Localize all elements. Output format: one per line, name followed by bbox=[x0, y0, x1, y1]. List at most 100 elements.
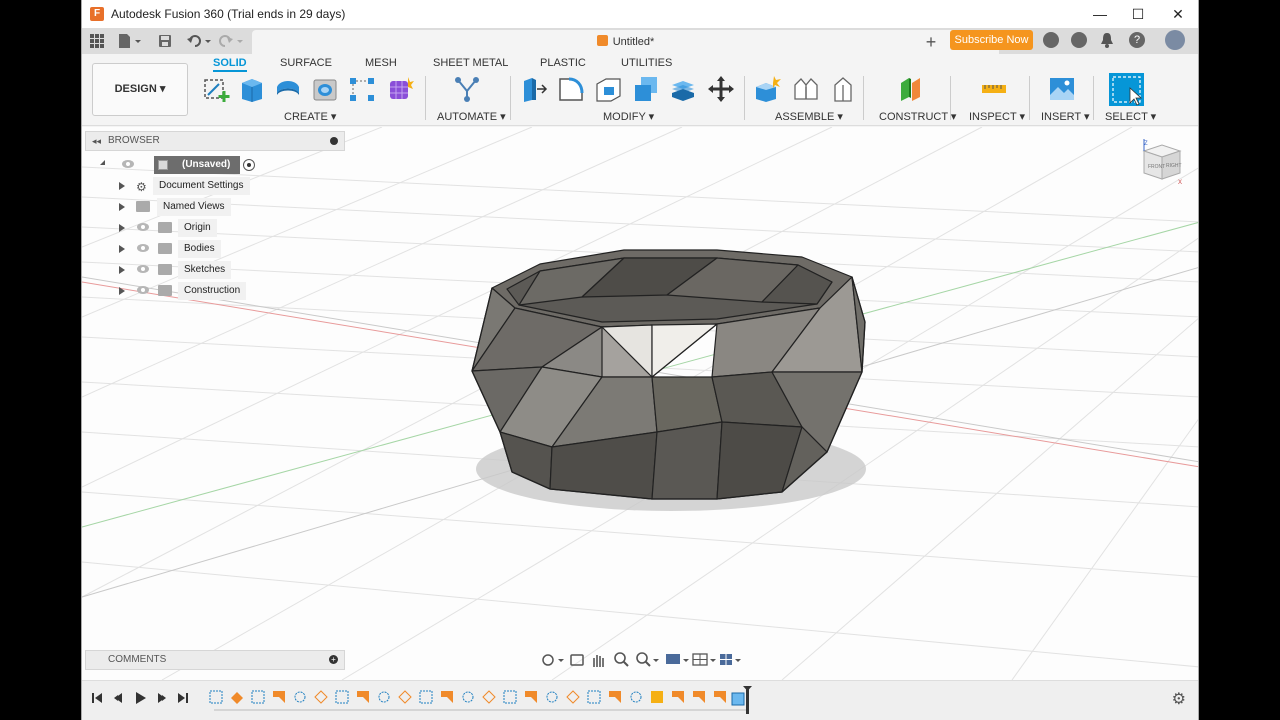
navigation-bar bbox=[542, 652, 741, 667]
browser-item-origin[interactable]: Origin bbox=[119, 219, 319, 237]
document-tab[interactable]: Untitled* ✕ bbox=[252, 30, 999, 54]
extensions-icon[interactable] bbox=[1043, 32, 1059, 48]
user-avatar[interactable] bbox=[1165, 30, 1185, 50]
tab-sheet-metal[interactable]: SHEET METAL bbox=[433, 57, 508, 69]
component-icon bbox=[158, 160, 168, 170]
pattern-icon[interactable] bbox=[348, 75, 376, 103]
add-comment-icon[interactable]: + bbox=[329, 655, 338, 664]
group-automate-label[interactable]: AUTOMATE ▾ bbox=[437, 110, 506, 123]
offset-plane-icon[interactable] bbox=[897, 75, 925, 103]
workspace-switcher-button[interactable]: DESIGN ▾ bbox=[92, 63, 188, 116]
subscribe-now-button[interactable]: Subscribe Now bbox=[950, 30, 1033, 50]
browser-item-document-settings[interactable]: ⚙ Document Settings bbox=[119, 177, 319, 195]
group-assemble-label[interactable]: ASSEMBLE ▾ bbox=[775, 110, 843, 123]
job-status-icon[interactable] bbox=[1071, 32, 1087, 48]
step-forward-icon[interactable] bbox=[158, 693, 166, 703]
visibility-eye-icon[interactable] bbox=[137, 286, 149, 294]
notifications-bell-icon[interactable] bbox=[1100, 32, 1114, 48]
expand-arrow-icon[interactable] bbox=[119, 224, 125, 232]
shell-icon[interactable] bbox=[594, 75, 622, 103]
comments-panel[interactable]: COMMENTS + bbox=[85, 650, 345, 670]
folder-icon bbox=[158, 285, 172, 296]
collapse-browser-icon[interactable]: ◂◂ bbox=[92, 132, 101, 150]
new-component-icon[interactable] bbox=[754, 75, 782, 103]
combine-icon[interactable] bbox=[632, 75, 660, 103]
redo-icon[interactable] bbox=[218, 32, 244, 50]
fit-zoom-icon[interactable] bbox=[636, 652, 659, 667]
press-pull-icon[interactable] bbox=[520, 75, 548, 103]
visibility-eye-icon[interactable] bbox=[137, 223, 149, 231]
browser-root-row[interactable]: (Unsaved) bbox=[100, 156, 255, 174]
orbit-icon[interactable] bbox=[542, 654, 564, 666]
group-select-label[interactable]: SELECT ▾ bbox=[1105, 110, 1156, 123]
tab-mesh[interactable]: MESH bbox=[365, 57, 397, 69]
joint-icon[interactable] bbox=[792, 75, 820, 103]
group-insert-label[interactable]: INSERT ▾ bbox=[1041, 110, 1090, 123]
minimize-button[interactable]: — bbox=[1080, 0, 1120, 28]
expand-root-icon[interactable] bbox=[100, 160, 105, 165]
play-icon[interactable] bbox=[136, 692, 146, 704]
maximize-button[interactable]: ☐ bbox=[1118, 0, 1158, 28]
browser-item-named-views[interactable]: Named Views bbox=[119, 198, 319, 216]
tab-plastic[interactable]: PLASTIC bbox=[540, 57, 586, 69]
browser-item-bodies[interactable]: Bodies bbox=[119, 240, 319, 258]
fillet-icon[interactable] bbox=[557, 75, 585, 103]
group-inspect-label[interactable]: INSPECT ▾ bbox=[969, 110, 1025, 123]
group-separator bbox=[744, 76, 745, 120]
expand-arrow-icon[interactable] bbox=[119, 245, 125, 253]
viewports-icon[interactable] bbox=[720, 654, 741, 665]
select-window-icon[interactable] bbox=[1109, 73, 1144, 106]
timeline-settings-gear-icon[interactable]: ⚙ bbox=[1172, 689, 1186, 709]
file-menu-icon[interactable] bbox=[118, 32, 142, 50]
undo-icon[interactable] bbox=[186, 32, 212, 50]
move-copy-icon[interactable] bbox=[707, 75, 735, 103]
zoom-icon[interactable] bbox=[614, 652, 629, 667]
automate-icon[interactable] bbox=[453, 75, 481, 103]
view-cube[interactable]: Z FRONT RIGHT X bbox=[1140, 137, 1184, 187]
group-separator bbox=[863, 76, 864, 120]
data-panel-grid-icon[interactable] bbox=[90, 32, 104, 50]
revolve-icon[interactable] bbox=[274, 75, 302, 103]
group-create-label[interactable]: CREATE ▾ bbox=[284, 110, 336, 123]
view-cube-front-label[interactable]: FRONT bbox=[1148, 164, 1165, 170]
expand-arrow-icon[interactable] bbox=[119, 266, 125, 274]
tab-solid[interactable]: SOLID bbox=[213, 57, 247, 72]
new-tab-button[interactable]: + bbox=[920, 31, 942, 53]
visibility-eye-icon[interactable] bbox=[122, 160, 134, 168]
group-modify-label[interactable]: MODIFY ▾ bbox=[603, 110, 654, 123]
timeline-feature-items[interactable] bbox=[209, 690, 745, 706]
expand-arrow-icon[interactable] bbox=[119, 182, 125, 190]
help-icon[interactable]: ? bbox=[1129, 32, 1145, 48]
go-to-end-icon[interactable] bbox=[178, 693, 188, 703]
visibility-eye-icon[interactable] bbox=[137, 244, 149, 252]
expand-arrow-icon[interactable] bbox=[119, 287, 125, 295]
browser-item-construction[interactable]: Construction bbox=[119, 282, 319, 300]
save-icon[interactable] bbox=[158, 32, 172, 50]
look-at-icon[interactable] bbox=[570, 654, 584, 666]
browser-minimize-icon[interactable] bbox=[330, 137, 338, 145]
group-separator bbox=[1093, 76, 1094, 120]
tab-surface[interactable]: SURFACE bbox=[280, 57, 332, 69]
display-settings-icon[interactable] bbox=[666, 654, 689, 664]
create-sketch-icon[interactable] bbox=[202, 75, 230, 103]
insert-image-icon[interactable] bbox=[1048, 75, 1076, 103]
document-cube-icon bbox=[596, 35, 608, 46]
pan-hand-icon[interactable] bbox=[593, 655, 604, 667]
browser-item-sketches[interactable]: Sketches bbox=[119, 261, 319, 279]
create-form-icon[interactable] bbox=[386, 75, 414, 103]
expand-arrow-icon[interactable] bbox=[119, 203, 125, 211]
group-construct-label[interactable]: CONSTRUCT ▾ bbox=[879, 110, 956, 123]
grid-settings-icon[interactable] bbox=[692, 653, 716, 666]
go-to-start-icon[interactable] bbox=[92, 693, 102, 703]
offset-face-icon[interactable] bbox=[669, 75, 697, 103]
extrude-icon[interactable] bbox=[238, 75, 266, 103]
tab-utilities[interactable]: UTILITIES bbox=[621, 57, 672, 69]
close-button[interactable]: ✕ bbox=[1158, 0, 1198, 28]
visibility-eye-icon[interactable] bbox=[137, 265, 149, 273]
step-back-icon[interactable] bbox=[114, 693, 122, 703]
view-cube-right-label[interactable]: RIGHT bbox=[1166, 163, 1182, 169]
measure-icon[interactable] bbox=[980, 75, 1008, 103]
browser-header[interactable]: ◂◂ BROWSER bbox=[85, 131, 345, 151]
hole-icon[interactable] bbox=[311, 75, 339, 103]
as-built-joint-icon[interactable] bbox=[829, 75, 857, 103]
